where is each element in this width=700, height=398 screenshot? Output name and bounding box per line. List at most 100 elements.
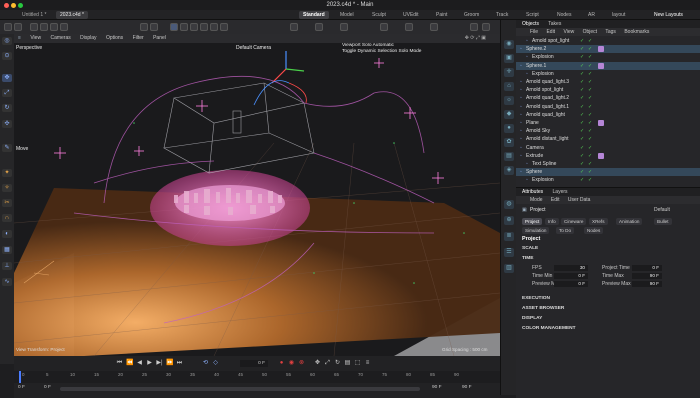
object-row[interactable]: ◦ Arnold quad_light ✓ ✓ xyxy=(516,111,700,119)
object-row[interactable]: ◦ Arnold quad_light.2 ✓ ✓ xyxy=(516,94,700,102)
material-tag-icon[interactable] xyxy=(598,120,604,126)
scale-key-icon[interactable]: ⤢ xyxy=(324,360,331,367)
attr-menu-user-data[interactable]: User Data xyxy=(568,197,591,203)
object-row[interactable]: ◦ Arnold spot_light ✓ ✓ xyxy=(516,86,700,94)
objects-menu-tags[interactable]: Tags xyxy=(605,29,616,35)
menu-panel[interactable]: Panel xyxy=(153,35,166,41)
layout-ar[interactable]: AR xyxy=(588,11,595,19)
visibility-check-icon[interactable]: ✓ xyxy=(580,160,584,168)
object-row[interactable]: ◦ Arnold quad_light.1 ✓ ✓ xyxy=(516,103,700,111)
cube-object-icon[interactable]: ▣ xyxy=(504,54,514,63)
doc-tab-untitled[interactable]: Untitled 1 * xyxy=(18,11,50,19)
axis-icon[interactable] xyxy=(340,23,348,31)
scale-icon[interactable]: ⤢ xyxy=(2,89,12,97)
select-tool-icon[interactable]: ◎ xyxy=(2,37,12,45)
layout-uvedit[interactable]: UVEdit xyxy=(403,11,419,19)
time-max-field[interactable]: 90 F xyxy=(632,273,662,279)
render-check-icon[interactable]: ✓ xyxy=(588,53,592,61)
render-picture-icon[interactable] xyxy=(150,23,158,31)
range-start-field[interactable]: 0 F xyxy=(18,385,25,390)
brush-icon[interactable]: ✧ xyxy=(2,184,12,192)
tab-layers[interactable]: Layers xyxy=(553,189,568,195)
rotate-icon[interactable]: ↻ xyxy=(2,104,12,112)
render-check-icon[interactable]: ✓ xyxy=(588,37,592,45)
layers-icon[interactable]: ≣ xyxy=(504,232,514,241)
render-check-icon[interactable]: ✓ xyxy=(588,111,592,119)
visibility-check-icon[interactable]: ✓ xyxy=(580,111,584,119)
object-row[interactable]: ◦ Camera ✓ ✓ xyxy=(516,144,700,152)
tab-attributes[interactable]: Attributes xyxy=(522,189,543,195)
pen-icon[interactable] xyxy=(180,23,188,31)
current-frame-field[interactable]: 0 F xyxy=(240,360,268,367)
frame-ruler[interactable]: 0 5 10 15 20 25 30 35 40 45 50 55 60 65 … xyxy=(14,371,500,383)
arnold-icon[interactable] xyxy=(380,23,388,31)
cube-icon[interactable] xyxy=(170,23,178,31)
transform-icon[interactable]: ✣ xyxy=(2,120,12,128)
minimize-window-button[interactable] xyxy=(11,3,16,8)
rotation-key-icon[interactable]: ↻ xyxy=(334,360,341,367)
floor-icon[interactable]: ⌂ xyxy=(504,82,514,91)
material-tag-icon[interactable] xyxy=(598,152,604,159)
preview-max-field[interactable]: 90 F xyxy=(632,281,662,287)
menu-options[interactable]: Options xyxy=(106,35,123,41)
attr-btn-simulation[interactable]: Simulation xyxy=(522,227,550,234)
soft-select-icon[interactable]: ∿ xyxy=(2,278,12,286)
scale-tool-icon[interactable] xyxy=(50,23,58,31)
group-execution[interactable]: EXECUTION xyxy=(522,296,550,301)
render-check-icon[interactable]: ✓ xyxy=(588,152,592,160)
light-object-icon[interactable]: ◉ xyxy=(504,40,514,49)
object-name[interactable]: Arnold spot_light xyxy=(532,37,569,45)
object-row[interactable]: ◦ Text Spline ✓ ✓ xyxy=(516,160,700,168)
render-check-icon[interactable]: ✓ xyxy=(588,70,592,78)
group-color-management[interactable]: COLOR MANAGEMENT xyxy=(522,326,576,331)
tab-takes[interactable]: Takes xyxy=(548,21,561,27)
render-check-icon[interactable]: ✓ xyxy=(588,94,592,102)
preset-select[interactable]: Default xyxy=(654,206,670,214)
layout-sculpt[interactable]: Sculpt xyxy=(372,11,386,19)
position-key-icon[interactable]: ✥ xyxy=(314,360,321,367)
object-name[interactable]: Plane xyxy=(526,119,539,127)
texture-icon[interactable] xyxy=(405,23,413,31)
objects-menu-edit[interactable]: Edit xyxy=(546,29,555,35)
axis-lock-icon[interactable]: ⊥ xyxy=(2,262,12,270)
objects-menu-bookmarks[interactable]: Bookmarks xyxy=(624,29,649,35)
param-key-icon[interactable]: ▤ xyxy=(344,360,351,367)
prev-key-icon[interactable]: ⏪ xyxy=(126,360,133,367)
attr-btn-info[interactable]: Info xyxy=(545,218,559,225)
range-start2-field[interactable]: 0 F xyxy=(44,385,51,390)
render-check-icon[interactable]: ✓ xyxy=(588,86,592,94)
object-name[interactable]: Explosion xyxy=(532,53,554,61)
render-check-icon[interactable]: ✓ xyxy=(588,176,592,184)
object-row[interactable]: ◦ Arnold distant_light ✓ ✓ xyxy=(516,135,700,143)
object-row[interactable]: ◦ Sphere ✓ ✓ xyxy=(516,168,700,177)
attr-btn-animation[interactable]: Animation xyxy=(616,218,643,225)
keyframe-selection-icon[interactable]: ⊗ xyxy=(298,360,305,367)
time-min-field[interactable]: 0 F xyxy=(554,273,588,279)
preview-min-field[interactable]: 0 F xyxy=(554,281,588,287)
objects-menu-file[interactable]: File xyxy=(530,29,538,35)
material-tag-icon[interactable] xyxy=(598,46,604,53)
group-scale[interactable]: SCALE xyxy=(522,246,538,251)
object-name[interactable]: Arnold distant_light xyxy=(526,135,569,143)
object-name[interactable]: Arnold quad_light.1 xyxy=(526,103,569,111)
render-view-icon[interactable] xyxy=(140,23,148,31)
render-check-icon[interactable]: ✓ xyxy=(588,168,592,176)
polygon-pen-icon[interactable]: ✎ xyxy=(2,144,12,152)
object-row[interactable]: ◦ Extrude ✓ ✓ xyxy=(516,152,700,160)
object-row[interactable]: ◦ Arnold Sky ✓ ✓ xyxy=(516,127,700,135)
autokey-icon[interactable]: ◉ xyxy=(288,360,295,367)
material-tag-icon[interactable] xyxy=(598,62,604,69)
visibility-check-icon[interactable]: ✓ xyxy=(580,45,584,53)
group-time[interactable]: TIME xyxy=(522,256,533,261)
knife-icon[interactable]: ✂ xyxy=(2,199,12,207)
effector-icon[interactable]: ◈ xyxy=(504,166,514,175)
record-icon[interactable]: ● xyxy=(278,360,285,367)
viewport[interactable]: Perspective Default Camera Viewport Solo… xyxy=(14,43,500,356)
object-name[interactable]: Arnold quad_light.3 xyxy=(526,78,569,86)
visibility-check-icon[interactable]: ✓ xyxy=(580,53,584,61)
object-name[interactable]: Explosion xyxy=(532,70,554,78)
range-slider[interactable] xyxy=(60,387,420,391)
sky-icon[interactable]: ☼ xyxy=(504,96,514,105)
attr-menu-mode[interactable]: Mode xyxy=(530,197,543,203)
menu-cameras[interactable]: Cameras xyxy=(50,35,70,41)
